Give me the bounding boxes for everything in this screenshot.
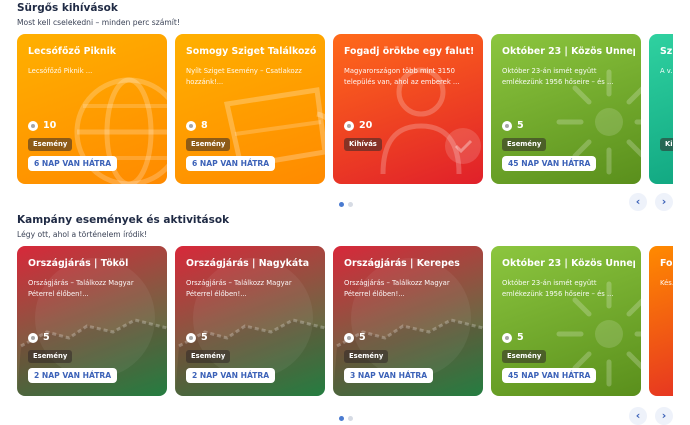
points-value: 20 [359,120,373,131]
coin-icon [186,120,196,131]
carousel-next-button[interactable]: › [655,193,673,211]
card-description: Országjárás – Találkozz Magyar Péterrel … [344,279,450,298]
type-badge: Esemény [28,138,73,151]
card-description: Október 23-án ismét együtt emlékezünk 19… [502,67,614,86]
card-title: Október 23 | Közös Ünnep [502,46,635,57]
section-title: Kampány események és aktivitások [17,214,230,226]
coin-icon [502,332,512,343]
card-title: Országjárás | Tököl [28,258,129,269]
carousel-pagination [339,416,353,421]
event-card[interactable]: Október 23 | Közös Ünnep Október 23-án is… [491,246,641,396]
challenge-card[interactable]: Sz... A v... Hú... Kih [649,34,673,184]
coin-icon [344,120,354,131]
card-title: Október 23 | Közös Ünnep [502,258,635,269]
card-points: 8 [186,120,208,131]
pagination-dot[interactable] [348,202,353,207]
points-value: 5 [517,120,524,131]
card-description: A v... Hú... [660,67,673,75]
points-value: 5 [517,332,524,343]
card-title: Somogy Sziget Találkozó [186,46,317,57]
points-value: 5 [201,332,208,343]
coin-icon [186,332,196,343]
type-badge: Esemény [186,350,231,363]
type-badge: Esemény [186,138,231,151]
card-points: 5 [344,332,366,343]
event-card[interactable]: Fo... Kés... nap... [649,246,673,396]
card-points: 5 [28,332,50,343]
points-value: 8 [201,120,208,131]
days-left-badge: 2 NAP VAN HÁTRA [186,368,276,383]
section-title: Sürgős kihívások [17,2,118,14]
event-card[interactable]: Országjárás | Tököl Országjárás – Találko… [17,246,167,396]
card-description: Országjárás – Találkozz Magyar Péterrel … [28,279,134,298]
card-points: 5 [186,332,208,343]
challenge-card[interactable]: Lecsófőző Piknik Lecsófőző Piknik ... 10 Es… [17,34,167,184]
card-title: Fogadj örökbe egy falut! [344,46,475,57]
card-description: Nyílt Sziget Esemény – Csatlakozz hozzán… [186,67,302,86]
coin-icon [28,332,38,343]
card-description: Október 23-án ismét együtt emlékezünk 19… [502,279,614,298]
days-left-badge: 3 NAP VAN HÁTRA [344,368,434,383]
days-left-badge: 6 NAP VAN HÁTRA [28,156,118,171]
points-value: 10 [43,120,57,131]
carousel-prev-button[interactable]: ‹ [629,193,647,211]
card-title: Sz... [660,46,673,57]
carousel-next-button[interactable]: › [655,407,673,425]
card-description: Országjárás – Találkozz Magyar Péterrel … [186,279,292,298]
card-points: 5 [502,120,524,131]
challenge-card[interactable]: Október 23 | Közös Ünnep Október 23-án is… [491,34,641,184]
days-left-badge: 6 NAP VAN HÁTRA [186,156,276,171]
card-title: Országjárás | Nagykáta [186,258,310,269]
challenge-card[interactable]: Somogy Sziget Találkozó Nyílt Sziget Esem… [175,34,325,184]
coin-icon [28,120,38,131]
days-left-badge: 45 NAP VAN HÁTRA [502,156,597,171]
challenge-card[interactable]: Fogadj örökbe egy falut! Magyarországon t… [333,34,483,184]
card-points: 20 [344,120,372,131]
type-badge: Esemény [502,138,547,151]
days-left-badge: 2 NAP VAN HÁTRA [28,368,118,383]
card-points: 5 [502,332,524,343]
card-title: Lecsófőző Piknik [28,46,117,57]
card-points: 10 [28,120,56,131]
type-badge: Esemény [28,350,73,363]
coin-icon [344,332,354,343]
pagination-dot[interactable] [339,202,344,207]
card-carousel: Lecsófőző Piknik Lecsófőző Piknik ... 10 Es… [0,34,673,184]
coin-icon [502,120,512,131]
type-badge: Kih [660,138,673,151]
type-badge: Kihívás [344,138,382,151]
carousel-prev-button[interactable]: ‹ [629,407,647,425]
event-card[interactable]: Országjárás | Nagykáta Országjárás – Talá… [175,246,325,396]
type-badge: Esemény [344,350,389,363]
card-description: Magyarországon több mint 3150 település … [344,67,460,86]
section-subtitle: Légy ott, ahol a történelem íródik! [17,230,148,239]
card-description: Kés... nap... [660,279,673,287]
points-value: 5 [359,332,366,343]
carousel-pagination [339,202,353,207]
type-badge: Esemény [502,350,547,363]
days-left-badge: 45 NAP VAN HÁTRA [502,368,597,383]
card-carousel: Országjárás | Tököl Országjárás – Találko… [0,246,673,396]
card-title: Fo... [660,258,673,269]
points-value: 5 [43,332,50,343]
pagination-dot[interactable] [348,416,353,421]
card-title: Országjárás | Kerepes [344,258,460,269]
pagination-dot[interactable] [339,416,344,421]
card-description: Lecsófőző Piknik ... [28,67,93,75]
event-card[interactable]: Országjárás | Kerepes Országjárás – Talál… [333,246,483,396]
section-subtitle: Most kell cselekedni – minden perc számí… [17,18,180,27]
